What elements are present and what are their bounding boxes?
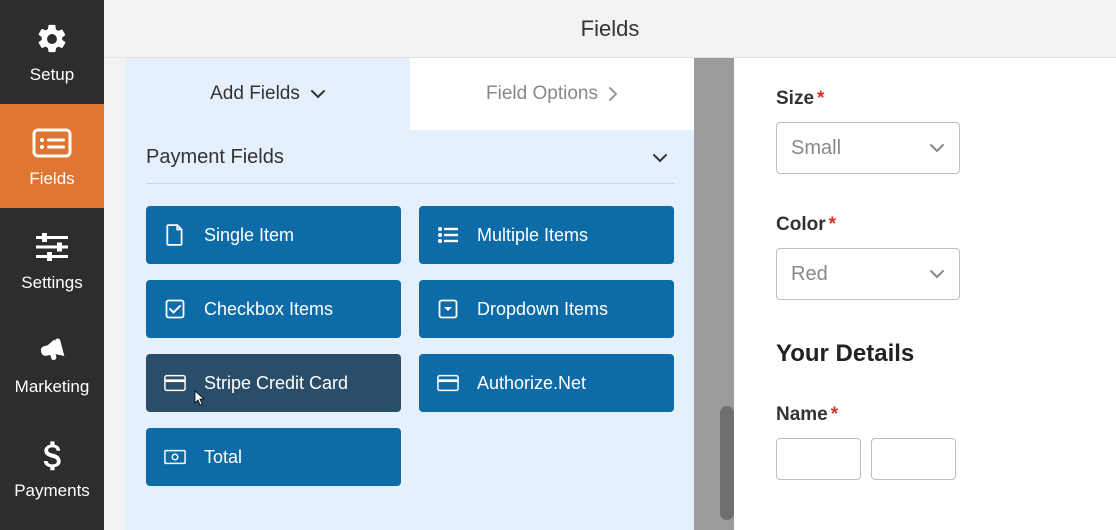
size-label: Size* [776, 88, 1074, 110]
cursor-pointer-icon [190, 390, 206, 406]
credit-card-icon [437, 372, 459, 394]
field-stripe-credit-card[interactable]: Stripe Credit Card [146, 354, 401, 412]
field-label: Total [204, 447, 242, 468]
field-label: Stripe Credit Card [204, 373, 348, 394]
field-single-item[interactable]: Single Item [146, 206, 401, 264]
sliders-icon [32, 227, 72, 267]
field-label: Multiple Items [477, 225, 588, 246]
nav-label: Setup [30, 65, 74, 85]
nav-label: Settings [21, 273, 82, 293]
scrollbar-track[interactable] [694, 58, 734, 530]
field-label: Dropdown Items [477, 299, 608, 320]
fields-panel: Add Fields Field Options Payment Fields [126, 58, 694, 530]
list-box-icon [32, 123, 72, 163]
field-multiple-items[interactable]: Multiple Items [419, 206, 674, 264]
field-label: Single Item [204, 225, 294, 246]
size-select[interactable]: Small [776, 122, 960, 174]
nav-label: Fields [29, 169, 74, 189]
nav-label: Payments [14, 481, 90, 501]
name-label: Name* [776, 404, 1074, 426]
tab-add-fields[interactable]: Add Fields [126, 58, 410, 130]
checkbox-icon [164, 298, 186, 320]
dollar-icon [32, 435, 72, 475]
select-value: Red [791, 263, 828, 286]
sidebar-nav: Setup Fields Settings Marketing Payments [0, 0, 104, 530]
file-icon [164, 224, 186, 246]
money-icon [164, 446, 186, 468]
field-label: Authorize.Net [477, 373, 586, 394]
field-label: Checkbox Items [204, 299, 333, 320]
page-title: Fields [104, 0, 1116, 58]
chevron-down-icon [652, 153, 668, 163]
field-total[interactable]: Total [146, 428, 401, 486]
chevron-down-icon [310, 89, 326, 99]
bullhorn-icon [32, 331, 72, 371]
section-header[interactable]: Payment Fields [126, 130, 694, 183]
scrollbar-thumb[interactable] [720, 406, 734, 520]
nav-item-payments[interactable]: Payments [0, 416, 104, 520]
field-dropdown-items[interactable]: Dropdown Items [419, 280, 674, 338]
chevron-right-icon [608, 86, 618, 102]
field-authorize-net[interactable]: Authorize.Net [419, 354, 674, 412]
tab-field-options[interactable]: Field Options [410, 58, 694, 130]
required-marker: * [831, 404, 838, 426]
gear-icon [32, 19, 72, 59]
nav-item-marketing[interactable]: Marketing [0, 312, 104, 416]
nav-item-setup[interactable]: Setup [0, 0, 104, 104]
select-value: Small [791, 137, 841, 160]
list-icon [437, 224, 459, 246]
nav-item-fields[interactable]: Fields [0, 104, 104, 208]
nav-label: Marketing [15, 377, 90, 397]
field-checkbox-items[interactable]: Checkbox Items [146, 280, 401, 338]
tab-label: Add Fields [210, 83, 300, 105]
first-name-input[interactable] [776, 438, 861, 480]
form-preview: Size* Small Color* Red [734, 58, 1116, 530]
your-details-heading: Your Details [776, 340, 1074, 368]
credit-card-icon [164, 372, 186, 394]
color-label: Color* [776, 214, 1074, 236]
section-title: Payment Fields [146, 146, 284, 169]
required-marker: * [817, 88, 824, 110]
last-name-input[interactable] [871, 438, 956, 480]
nav-item-settings[interactable]: Settings [0, 208, 104, 312]
chevron-down-icon [929, 143, 945, 153]
dropdown-icon [437, 298, 459, 320]
required-marker: * [829, 214, 836, 236]
color-select[interactable]: Red [776, 248, 960, 300]
chevron-down-icon [929, 269, 945, 279]
tab-label: Field Options [486, 83, 598, 105]
